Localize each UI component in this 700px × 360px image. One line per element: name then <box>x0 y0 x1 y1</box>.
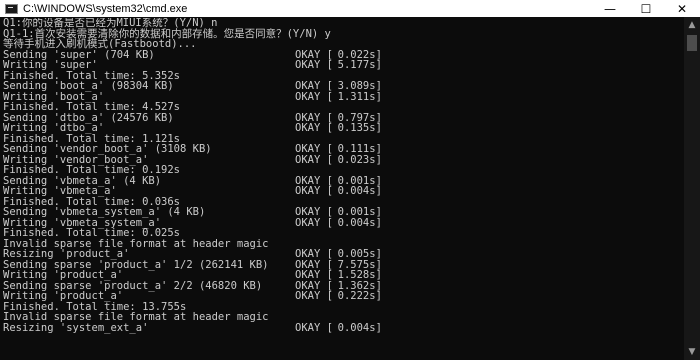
console-line: 等待手机进入刷机模式(Fastbootd)... <box>3 39 683 50</box>
window-title: C:\WINDOWS\system32\cmd.exe <box>23 2 188 15</box>
console-line: Sending 'vbmeta_system_a' (4 KB) OKAY [ 0… <box>3 207 683 218</box>
console-line: Writing 'product_a' OKAY [ 0.222s] <box>3 291 683 302</box>
console-line: Sending 'vendor_boot_a' (3108 KB) OKAY [ … <box>3 144 683 155</box>
console-line: Writing 'product_a' OKAY [ 1.528s] <box>3 270 683 281</box>
console-line-text: Finished. Total time: 0.192s <box>3 164 181 176</box>
minimize-button[interactable]: — <box>592 0 628 17</box>
console-line-text: Writing 'super' <box>3 59 98 71</box>
cmd-window: C:\WINDOWS\system32\cmd.exe — ☐ ✕ Q1:你的设… <box>0 0 700 360</box>
console-line: Finished. Total time: 0.025s <box>3 228 683 239</box>
cmd-icon <box>5 3 18 14</box>
close-button[interactable]: ✕ <box>664 0 700 17</box>
console-line-time: 1.311s] <box>325 90 382 103</box>
console-line: Resizing 'product_a' OKAY [ 0.005s] <box>3 249 683 260</box>
console-line: Writing 'dtbo_a' OKAY [ 0.135s] <box>3 123 683 134</box>
console-line: Writing 'vbmeta_a' OKAY [ 0.004s] <box>3 186 683 197</box>
console-line-time: 0.004s] <box>325 216 382 229</box>
console-line-text: Resizing 'system_ext_a' <box>3 321 149 334</box>
console-line-text: 等待手机进入刷机模式(Fastbootd)... <box>3 38 197 50</box>
console-line-text: Q1:你的设备是否已经为MIUI系统？(Y/N) n <box>3 18 218 29</box>
console-line-time: 0.004s] <box>325 185 382 197</box>
console-line-time: 0.135s] <box>325 122 382 134</box>
console-line-text: Finished. Total time: 0.025s <box>3 227 181 239</box>
scroll-thumb[interactable] <box>687 35 697 51</box>
console-line-text: Sending 'vendor_boot_a' (3108 KB) <box>3 143 212 155</box>
console-line-time: 0.023s] <box>325 153 382 166</box>
console-line-time: 0.222s] <box>325 290 382 302</box>
scroll-down-arrow-icon[interactable]: ▼ <box>684 344 700 360</box>
console-line-time: 1.528s] <box>325 269 382 281</box>
console-line: Q1:你的设备是否已经为MIUI系统？(Y/N) n <box>3 18 683 29</box>
console-line: Invalid sparse file format at header mag… <box>3 312 683 323</box>
console-line-text: Sending 'boot_a' (98304 KB) <box>3 80 174 92</box>
console-line-time: 0.001s] <box>325 206 382 218</box>
console-line: Writing 'super' OKAY [ 5.177s] <box>3 60 683 71</box>
vertical-scrollbar[interactable]: ▲ ▼ <box>684 17 700 360</box>
console-output[interactable]: Q1:你的设备是否已经为MIUI系统？(Y/N) n Q1-1:首次安装需要清除你… <box>3 18 683 360</box>
scroll-up-arrow-icon[interactable]: ▲ <box>684 17 700 33</box>
console-line-time: 3.089s] <box>325 80 382 92</box>
console-line-text: Writing 'vbmeta_a' <box>3 185 117 197</box>
maximize-button[interactable]: ☐ <box>628 0 664 17</box>
console-line-text: Writing 'product_a' <box>3 290 124 302</box>
console-line-time: 0.005s] <box>325 248 382 260</box>
console-line: Sending 'boot_a' (98304 KB) OKAY [ 3.089s… <box>3 81 683 92</box>
console-line-text: Resizing 'product_a' <box>3 248 130 260</box>
console-line: Resizing 'system_ext_a' OKAY [ 0.004s] <box>3 321 683 334</box>
console-line-text: Invalid sparse file format at header mag… <box>3 311 269 323</box>
console-line-text: Writing 'dtbo_a' <box>3 122 105 134</box>
console-line-text: Sending 'vbmeta_system_a' (4 KB) <box>3 206 206 218</box>
console-line: Finished. Total time: 0.192s <box>3 165 683 176</box>
console-line-time: 0.111s] <box>325 143 382 155</box>
console-line-time: 5.177s] <box>325 59 382 71</box>
console-line: Finished. Total time: 4.527s <box>3 102 683 113</box>
console-line-text: Finished. Total time: 4.527s <box>3 101 181 113</box>
console-line-text: Writing 'product_a' <box>3 269 124 281</box>
title-bar[interactable]: C:\WINDOWS\system32\cmd.exe — ☐ ✕ <box>0 0 700 17</box>
console-line-time: 0.004s] <box>325 321 382 334</box>
